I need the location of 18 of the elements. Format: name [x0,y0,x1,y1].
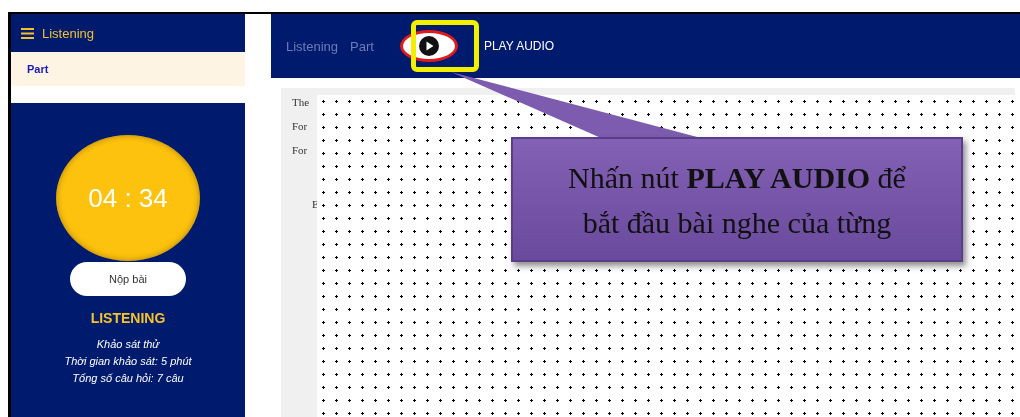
question-text: For [292,120,309,132]
exam-info: Thời gian khảo sát: 5 phút [64,355,192,367]
countdown-timer: 04 : 34 [56,135,200,261]
sidebar-item[interactable]: Part [11,52,245,86]
callout-text: Nhấn nút PLAY AUDIO để bắt đầu bài nghe của từng [511,137,963,262]
exam-info: Khảo sát thử [96,338,160,350]
question-text: For [292,144,309,156]
exam-info: Tổng số câu hỏi: 7 câu [72,372,184,384]
question-text: The [292,96,311,108]
menu-icon[interactable] [21,27,34,39]
highlight-frame [411,20,479,72]
play-audio-button[interactable]: PLAY AUDIO [483,39,555,53]
breadcrumb-item: Part [350,38,374,54]
play-icon[interactable] [418,36,439,56]
submit-button[interactable]: Nộp bài [70,262,186,296]
breadcrumb-item: Listening [286,38,339,54]
section-title: LISTENING [90,310,166,326]
sidebar-title: Listening [42,25,95,41]
